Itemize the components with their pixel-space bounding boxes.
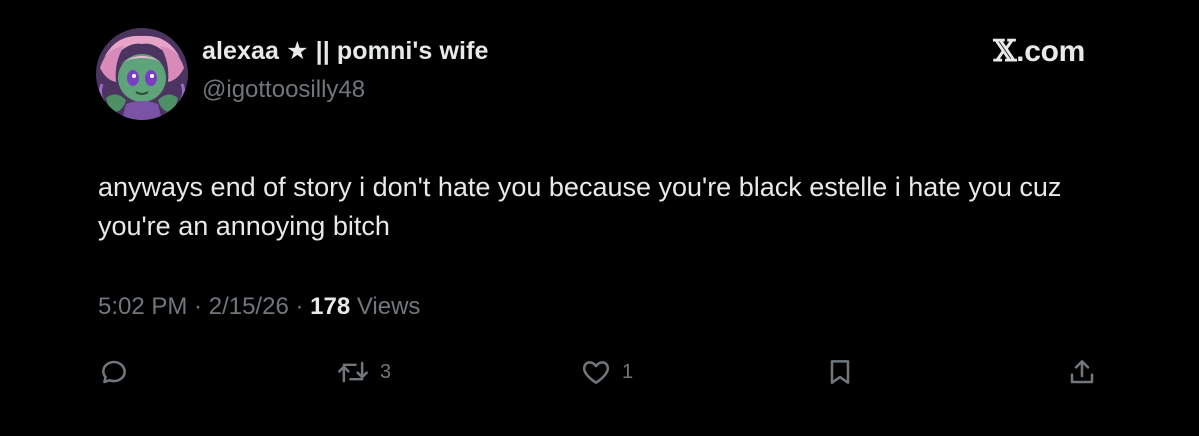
meta-separator: · (288, 293, 311, 320)
display-name[interactable]: alexaa ★ || pomni's wife (202, 36, 489, 66)
tweet-meta: 5:02 PM · 2/15/26 · 178 Views (98, 293, 420, 321)
x-logo-icon: 𝕏 (993, 34, 1017, 69)
reply-icon (102, 360, 126, 384)
share-icon (1070, 360, 1094, 384)
avatar[interactable] (96, 28, 188, 120)
views-count: 178 (310, 293, 351, 320)
reply-button[interactable] (98, 356, 140, 388)
bookmark-button[interactable] (824, 356, 856, 388)
post-card: alexaa ★ || pomni's wife @igottoosilly48… (0, 0, 1199, 436)
heart-icon (582, 361, 610, 384)
meta-separator: · (187, 293, 209, 320)
user-handle[interactable]: @igottoosilly48 (202, 76, 365, 104)
share-button[interactable] (1066, 356, 1098, 388)
views-label: Views (350, 293, 421, 320)
like-button[interactable]: 1 (580, 356, 633, 388)
tweet-text: anyways end of story i don't hate you be… (98, 172, 1062, 241)
like-count: 1 (622, 360, 634, 383)
retweet-count: 3 (380, 360, 392, 383)
retweet-icon (338, 361, 368, 383)
avatar-image (96, 28, 188, 120)
tweet-time[interactable]: 5:02 PM (98, 293, 187, 320)
tweet-date[interactable]: 2/15/26 (209, 293, 289, 320)
x-brand-logo: 𝕏.com (993, 34, 1085, 69)
retweet-button[interactable]: 3 (336, 356, 391, 388)
brand-suffix: .com (1016, 35, 1085, 68)
bookmark-icon (830, 360, 850, 384)
